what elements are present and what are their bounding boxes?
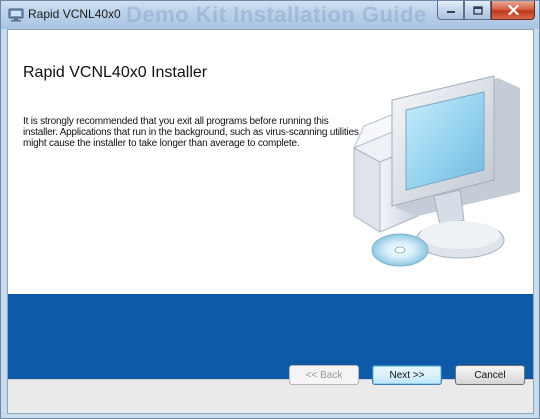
- title-bar[interactable]: Rapid VCNL40x0 Demo Kit Installation Gui…: [1, 1, 539, 29]
- minimize-icon: [446, 11, 455, 13]
- installer-window: Rapid VCNL40x0 Demo Kit Installation Gui…: [0, 0, 540, 419]
- next-button[interactable]: Next >>: [372, 365, 442, 385]
- maximize-icon: [472, 5, 483, 15]
- title-watermark: Demo Kit Installation Guide: [126, 2, 427, 27]
- close-icon: [507, 5, 519, 15]
- installer-heading: Rapid VCNL40x0 Installer: [23, 64, 208, 81]
- close-button[interactable]: [491, 1, 535, 20]
- installer-message: It is strongly recommended that you exit…: [23, 116, 362, 149]
- window-controls: [437, 1, 535, 21]
- button-bar: [8, 379, 533, 413]
- minimize-button[interactable]: [437, 1, 464, 20]
- computer-setup-illustration: [352, 75, 520, 267]
- installer-content: Rapid VCNL40x0 Installer It is strongly …: [7, 29, 534, 414]
- window-title: Rapid VCNL40x0: [28, 7, 121, 21]
- cancel-button[interactable]: Cancel: [455, 365, 525, 385]
- back-button[interactable]: << Back: [289, 365, 359, 385]
- installer-app-icon: [8, 8, 24, 22]
- maximize-button[interactable]: [464, 1, 491, 20]
